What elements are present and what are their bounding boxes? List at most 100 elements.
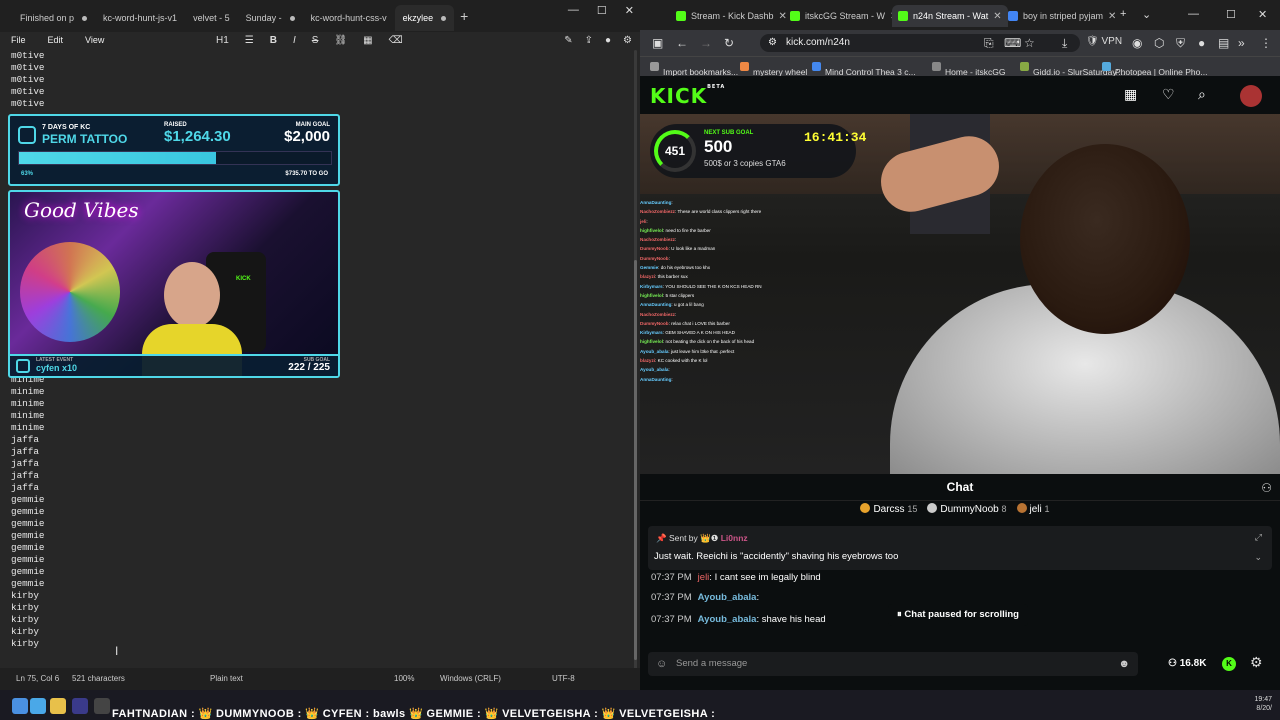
gifter-name[interactable]: DummyNoob (940, 504, 998, 515)
menu-edit[interactable]: Edit (37, 35, 75, 45)
browser-tab-3[interactable]: boy in striped pyjam ✕ (1002, 5, 1122, 27)
message-time: 07:37 PM (651, 572, 692, 583)
message-user[interactable]: Ayoub_abala (698, 614, 757, 625)
emoji-icon[interactable]: ☻ (1118, 652, 1130, 676)
close-icon[interactable]: ✕ (625, 4, 634, 17)
encoding[interactable]: UTF-8 (552, 674, 575, 683)
more-chevron-icon[interactable]: » (1238, 36, 1245, 50)
unsaved-dot-icon (82, 15, 88, 21)
share-icon[interactable]: ⇪ (585, 35, 593, 46)
maximize-icon[interactable]: ☐ (1226, 8, 1236, 21)
video-player[interactable]: 451 NEXT SUB GOAL 500 500$ or 3 copies G… (640, 114, 1280, 474)
minimize-icon[interactable]: — (1188, 8, 1199, 20)
new-tab-icon[interactable]: + (1120, 8, 1126, 20)
profile-icon[interactable]: ● (605, 35, 611, 46)
chat-emote-icon[interactable]: ☺ (656, 652, 667, 676)
chat-settings-icon[interactable]: ⚙ (1250, 654, 1263, 671)
menu-view[interactable]: View (74, 35, 115, 45)
screenshot-icon[interactable]: ⎘ (984, 36, 994, 51)
gifter-name[interactable]: Darcss (873, 504, 904, 515)
shield-icon[interactable]: ⛨ (1176, 36, 1185, 51)
bookmark-item[interactable]: Home - itskcGG (932, 62, 1005, 77)
file-explorer-icon[interactable] (50, 698, 66, 714)
chevron-down-icon[interactable]: ⌄ (1254, 552, 1262, 563)
search-icon[interactable]: ⌕ (1198, 86, 1206, 103)
table-icon[interactable]: ▦ (363, 35, 372, 46)
wallet-icon[interactable]: ▤ (1218, 36, 1229, 50)
menu-file[interactable]: File (0, 35, 37, 45)
message-user[interactable]: Ayoub_abala (698, 592, 757, 603)
tab-1[interactable]: kc-word-hunt-js-v1 (95, 5, 185, 31)
editor-scrollbar[interactable] (634, 50, 637, 670)
line-ending[interactable]: Windows (CRLF) (440, 674, 501, 683)
bold-icon[interactable]: B (270, 35, 277, 46)
chat-input[interactable]: ☺ Send a message ☻ (648, 652, 1138, 676)
editor-text-top[interactable]: m0tive m0tive m0tive m0tive m0tive (11, 50, 44, 110)
app-icon[interactable] (72, 698, 88, 714)
strikethrough-icon[interactable]: S (312, 35, 319, 46)
tab-search-icon[interactable]: ⌄ (1142, 8, 1151, 21)
kick-points-icon[interactable]: K (1222, 657, 1236, 671)
text-line: jaffa (11, 458, 39, 469)
bookmark-star-icon[interactable]: ☆ (1024, 36, 1035, 50)
chat-paused-button[interactable]: ⏸ Chat paused for scrolling (888, 604, 1028, 626)
app-icon[interactable] (94, 698, 110, 714)
sidebar-icon[interactable]: ▣ (652, 36, 663, 50)
text-format[interactable]: Plain text (210, 674, 243, 683)
text-cursor-icon: I (115, 644, 119, 658)
vpn-button[interactable]: 🛡 VPN (1086, 36, 1122, 47)
close-tab-icon[interactable]: ✕ (1108, 11, 1116, 22)
clear-format-icon[interactable]: ⌫ (389, 35, 403, 46)
zoom-level[interactable]: 100% (394, 674, 414, 683)
italic-icon[interactable]: I (293, 35, 296, 46)
download-icon[interactable]: ⤓ (1062, 36, 1067, 51)
start-icon[interactable] (12, 698, 28, 714)
bookmark-item[interactable]: Photopea | Online Pho... (1102, 62, 1207, 77)
browser-tab-0[interactable]: Stream - Kick Dashb ✕ (670, 5, 793, 27)
tab-0[interactable]: Finished on p (12, 5, 95, 31)
tab-3[interactable]: Sunday - (238, 5, 303, 31)
close-icon[interactable]: ✕ (1258, 8, 1267, 21)
extensions-icon[interactable]: ⬡ (1154, 36, 1164, 50)
menu-icon[interactable]: ⋮ (1260, 36, 1272, 50)
reload-icon[interactable]: ↻ (724, 36, 734, 50)
tab-2[interactable]: velvet - 5 (185, 5, 238, 31)
bookmark-item[interactable]: Mind Control Thea 3 c... (812, 62, 916, 77)
message-user[interactable]: jeli (698, 572, 710, 583)
list-icon[interactable]: ☰ (245, 35, 254, 46)
heart-icon[interactable]: ♡ (1162, 86, 1175, 103)
browser-tab-2[interactable]: n24n Stream - Wat ✕ (892, 5, 1008, 27)
profile-icon[interactable]: ◉ (1132, 36, 1142, 50)
gifter-name[interactable]: jeli (1030, 504, 1042, 515)
text-line: gemmie (11, 578, 45, 589)
following-icon[interactable]: ▦ (1124, 86, 1137, 103)
tab-5[interactable]: ekzylee (394, 5, 455, 31)
chat-users-icon[interactable]: ⚇ (1261, 481, 1272, 495)
minimize-icon[interactable]: — (568, 4, 579, 17)
text-line: minime (11, 398, 45, 409)
translate-icon[interactable]: ⌨ (1004, 36, 1021, 50)
new-tab-icon[interactable]: + (460, 8, 468, 24)
forward-icon[interactable]: → (700, 36, 712, 50)
copilot-icon[interactable]: ✎ (564, 35, 572, 46)
unpin-icon[interactable]: ⤢ (1255, 532, 1262, 543)
settings-icon[interactable]: ⚙ (623, 35, 632, 46)
editor-text-bottom[interactable]: minime minime minime minime minime jaffa jaffa… (11, 374, 44, 650)
kick-logo[interactable]: KICKBETA (650, 84, 725, 108)
account-icon[interactable]: ● (1198, 36, 1205, 50)
sub-goal-widget: 451 NEXT SUB GOAL 500 500$ or 3 copies G… (650, 124, 866, 178)
avatar[interactable] (1240, 85, 1262, 107)
window-controls: — ☐ ✕ (568, 4, 634, 17)
browser-tab-1[interactable]: itskcGG Stream - W✕ (784, 5, 904, 27)
bookmark-item[interactable]: Gidd.io - SlurSaturday'... (1020, 62, 1125, 77)
link-icon[interactable]: ⛓ (334, 35, 347, 46)
tab-4[interactable]: kc-word-hunt-css-v (303, 5, 395, 31)
maximize-icon[interactable]: ☐ (597, 4, 607, 17)
site-info-icon[interactable]: ⚙ (768, 34, 777, 52)
heading-button[interactable]: H1 (216, 35, 229, 46)
bookmark-item[interactable]: Import bookmarks... (650, 62, 738, 77)
search-icon[interactable] (30, 698, 46, 714)
close-tab-icon[interactable]: ✕ (993, 11, 1001, 22)
back-icon[interactable]: ← (676, 36, 688, 50)
bookmark-item[interactable]: mystery wheel (740, 62, 807, 77)
